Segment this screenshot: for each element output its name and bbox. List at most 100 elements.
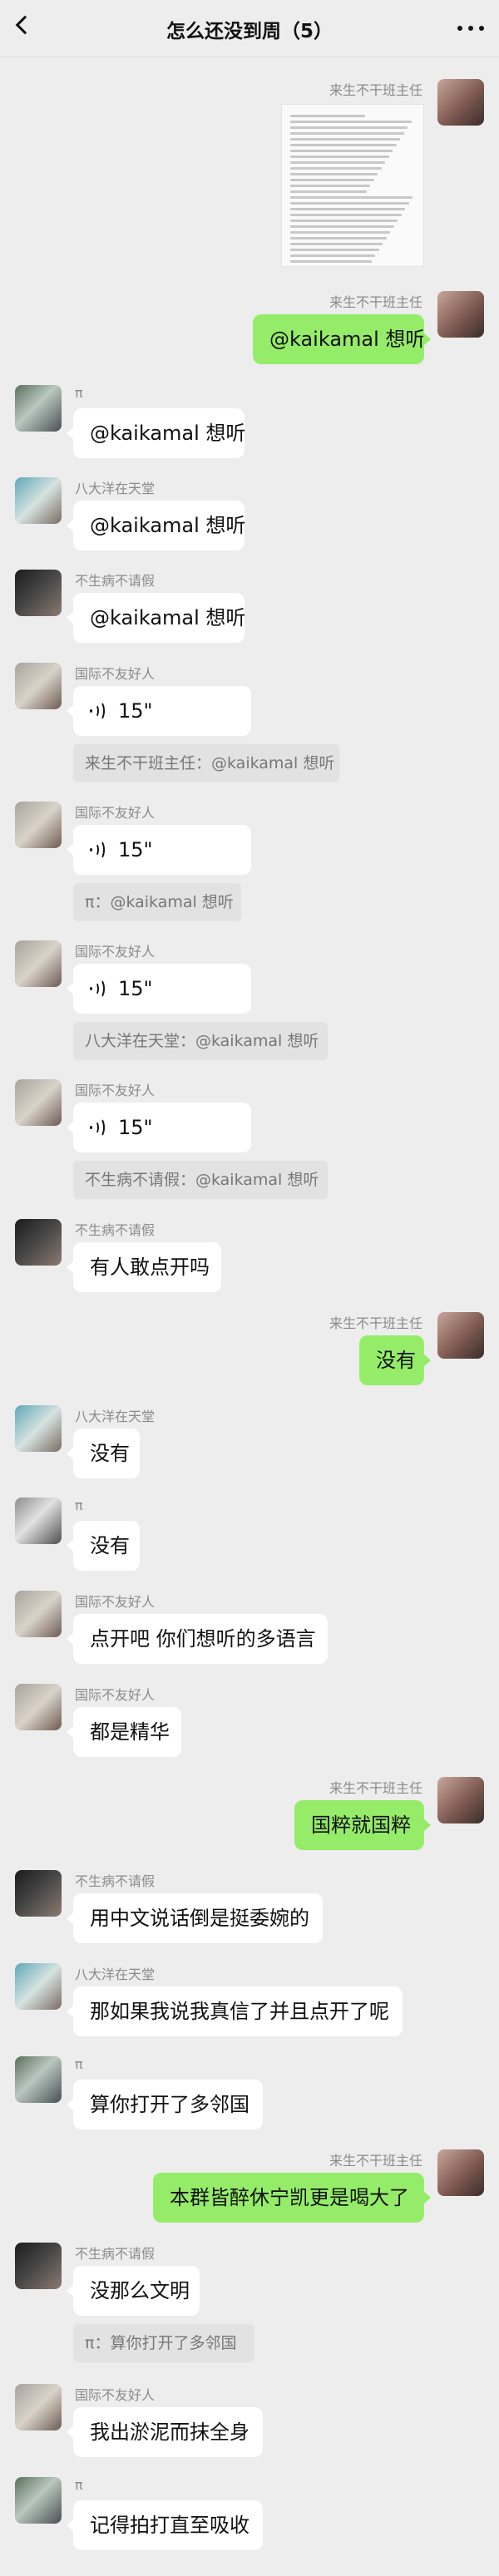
image-text-line: [290, 243, 383, 245]
message-text: 算你打开了多邻国: [90, 2093, 250, 2116]
image-text-line: [290, 231, 390, 234]
sender-name: 国际不友好人: [75, 2387, 156, 2403]
text-message-bubble[interactable]: 没那么文明: [67, 2266, 200, 2316]
text-message-bubble[interactable]: 没有: [67, 1429, 140, 1478]
message-text: 国粹就国粹: [311, 1814, 411, 1837]
sender-name: 来生不干班主任: [329, 82, 422, 98]
image-text-line: [290, 249, 379, 251]
sender-name: 不生病不请假: [75, 573, 156, 589]
message-text: 都是精华: [90, 1720, 170, 1744]
voice-wave-icon: [90, 1118, 105, 1137]
text-message-bubble[interactable]: 用中文说话倒是挺委婉的: [67, 1893, 323, 1943]
avatar[interactable]: [15, 2243, 62, 2289]
quoted-reply[interactable]: 来生不干班主任：@kaikamal 想听: [73, 744, 339, 782]
voice-wave-icon: [90, 979, 105, 999]
text-message-bubble[interactable]: 我出淤泥而抹全身: [67, 2407, 263, 2457]
avatar[interactable]: [437, 79, 484, 126]
message-text: 没有: [90, 1442, 130, 1465]
avatar[interactable]: [15, 1591, 62, 1637]
voice-duration: 15": [118, 1116, 153, 1139]
text-message-bubble[interactable]: @kaikamal 想听: [67, 593, 246, 643]
avatar[interactable]: [15, 1405, 62, 1452]
sender-name: 国际不友好人: [75, 805, 156, 821]
sender-name: π: [75, 1498, 83, 1513]
sender-name: 来生不干班主任: [329, 1780, 422, 1796]
avatar[interactable]: [15, 663, 62, 709]
text-message-bubble[interactable]: @kaikamal 想听: [253, 314, 431, 364]
quoted-reply[interactable]: 八大洋在天堂：@kaikamal 想听: [73, 1022, 328, 1060]
message-text: 有人敢点开吗: [90, 1256, 210, 1279]
avatar[interactable]: [437, 1777, 484, 1823]
sender-name: 国际不友好人: [75, 1083, 156, 1098]
text-message-bubble[interactable]: @kaikamal 想听: [67, 408, 246, 458]
voice-duration: 15": [118, 977, 153, 1000]
sender-name: π: [75, 2477, 83, 2493]
text-message-bubble[interactable]: 记得拍打直至吸收: [67, 2500, 263, 2550]
avatar[interactable]: [437, 291, 484, 338]
avatar[interactable]: [15, 570, 62, 616]
sender-name: 来生不干班主任: [329, 1315, 422, 1331]
sender-name: 八大洋在天堂: [75, 481, 156, 496]
avatar[interactable]: [15, 1079, 62, 1126]
message-text: 点开吧 你们想听的多语言: [90, 1627, 316, 1651]
avatar[interactable]: [15, 1498, 62, 1544]
quoted-reply[interactable]: π：@kaikamal 想听: [73, 883, 241, 921]
image-text-line: [290, 144, 397, 146]
chat-title: 怎么还没到周（5）: [166, 21, 333, 42]
avatar[interactable]: [15, 1684, 62, 1730]
avatar[interactable]: [15, 940, 62, 987]
avatar[interactable]: [437, 1312, 484, 1359]
image-text-line: [290, 237, 387, 239]
avatar[interactable]: [15, 1870, 62, 1917]
avatar[interactable]: [15, 2056, 62, 2103]
text-message-bubble[interactable]: 本群皆醉休宁凯更是喝大了: [153, 2173, 431, 2223]
avatar[interactable]: [15, 802, 62, 848]
voice-wave-icon: [90, 840, 105, 860]
chat-header: 怎么还没到周（5）: [0, 0, 499, 57]
image-text-line: [290, 225, 394, 228]
message-text: 没那么文明: [90, 2279, 190, 2302]
quoted-reply[interactable]: π：算你打开了多邻国: [73, 2324, 254, 2362]
message-text: @kaikamal 想听: [90, 514, 246, 537]
text-message-bubble[interactable]: 国粹就国粹: [294, 1800, 431, 1850]
image-text-line: [290, 121, 412, 123]
message-text: @kaikamal 想听: [90, 422, 246, 445]
image-text-line: [290, 173, 378, 175]
avatar[interactable]: [15, 385, 62, 432]
voice-message-bubble[interactable]: 15": [67, 1103, 251, 1152]
text-message-bubble[interactable]: 没有: [67, 1521, 140, 1571]
message-text: @kaikamal 想听: [90, 606, 246, 629]
avatar[interactable]: [437, 2149, 484, 2196]
text-message-bubble[interactable]: 算你打开了多邻国: [67, 2080, 263, 2129]
more-options-icon[interactable]: [457, 20, 484, 37]
text-message-bubble[interactable]: 那如果我说我真信了并且点开了呢: [67, 1986, 403, 2036]
image-text-line: [290, 190, 367, 193]
image-text-line: [290, 208, 405, 210]
message-text: 我出淤泥而抹全身: [90, 2421, 250, 2444]
sender-name: 国际不友好人: [75, 944, 156, 960]
text-message-bubble[interactable]: 点开吧 你们想听的多语言: [67, 1614, 328, 1664]
message-text: 那如果我说我真信了并且点开了呢: [90, 2000, 389, 2023]
text-message-bubble[interactable]: 没有: [359, 1335, 431, 1385]
avatar[interactable]: [15, 2384, 62, 2430]
image-text-line: [290, 167, 382, 170]
image-text-line: [290, 202, 409, 205]
sender-name: 来生不干班主任: [329, 2153, 422, 2169]
avatar[interactable]: [15, 2477, 62, 2524]
voice-duration: 15": [118, 699, 153, 723]
voice-message-bubble[interactable]: 15": [67, 686, 251, 736]
avatar[interactable]: [15, 1219, 62, 1266]
avatar[interactable]: [15, 477, 62, 524]
voice-message-bubble[interactable]: 15": [67, 825, 251, 875]
text-message-bubble[interactable]: 有人敢点开吗: [67, 1242, 221, 1292]
quoted-reply[interactable]: 不生病不请假：@kaikamal 想听: [73, 1161, 328, 1199]
text-message-bubble[interactable]: 都是精华: [67, 1707, 181, 1757]
sender-name: 国际不友好人: [75, 666, 156, 682]
text-message-bubble[interactable]: @kaikamal 想听: [67, 501, 246, 550]
avatar[interactable]: [15, 1963, 62, 2010]
image-message[interactable]: [281, 104, 424, 267]
voice-message-bubble[interactable]: 15": [67, 964, 251, 1014]
image-text-line: [290, 126, 408, 129]
image-text-line: [290, 254, 375, 257]
sender-name: 不生病不请假: [75, 2246, 156, 2262]
